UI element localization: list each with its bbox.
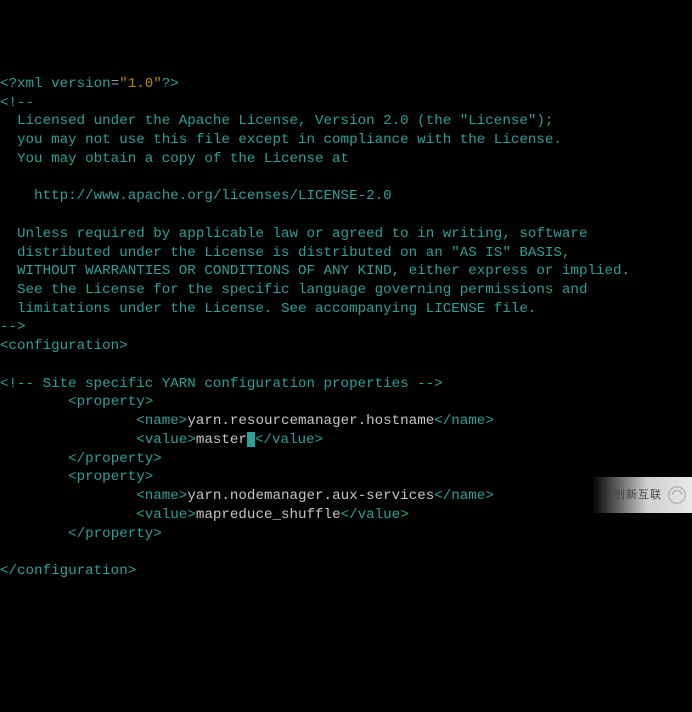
xml-decl-attr: version xyxy=(51,76,111,92)
name-open-tag: <name> xyxy=(136,488,187,504)
value-text: master xyxy=(196,432,247,448)
xml-decl-val: "1.0" xyxy=(119,76,162,92)
site-comment: <!-- Site specific YARN configuration pr… xyxy=(0,376,443,392)
property-close-tag: </property> xyxy=(68,526,162,542)
name-close-tag: </name> xyxy=(434,488,494,504)
logo-icon xyxy=(666,484,688,506)
name-open-tag: <name> xyxy=(136,413,187,429)
value-close-tag: </value> xyxy=(341,507,409,523)
name-value: yarn.resourcemanager.hostname xyxy=(187,413,434,429)
comment-open: <!-- xyxy=(0,95,34,111)
xml-source-code[interactable]: <?xml version="1.0"?> <!-- Licensed unde… xyxy=(0,75,692,581)
property-open-tag: <property> xyxy=(68,394,153,410)
license-line: Unless required by applicable law or agr… xyxy=(0,226,587,242)
license-line: you may not use this file except in comp… xyxy=(0,132,562,148)
configuration-open-tag: <configuration> xyxy=(0,338,128,354)
xml-decl-open: <? xyxy=(0,76,17,92)
license-line: Licensed under the Apache License, Versi… xyxy=(0,113,553,129)
property-close-tag: </property> xyxy=(68,451,162,467)
license-line: You may obtain a copy of the License at xyxy=(0,151,349,167)
watermark: 创新互联 xyxy=(592,477,692,513)
xml-decl-eq: = xyxy=(111,76,120,92)
value-text: mapreduce_shuffle xyxy=(196,507,341,523)
text-cursor xyxy=(247,432,255,447)
license-line: limitations under the License. See accom… xyxy=(0,301,536,317)
property-open-tag: <property> xyxy=(68,469,153,485)
value-open-tag: <value> xyxy=(136,432,196,448)
name-value: yarn.nodemanager.aux-services xyxy=(187,488,434,504)
value-close-tag: </value> xyxy=(255,432,323,448)
license-line: See the License for the specific languag… xyxy=(0,282,587,298)
xml-decl-close: ?> xyxy=(162,76,179,92)
license-line: WITHOUT WARRANTIES OR CONDITIONS OF ANY … xyxy=(0,263,630,279)
xml-decl-name: xml xyxy=(17,76,43,92)
license-url: http://www.apache.org/licenses/LICENSE-2… xyxy=(0,188,392,204)
configuration-close-tag: </configuration> xyxy=(0,563,136,579)
name-close-tag: </name> xyxy=(434,413,494,429)
comment-close: --> xyxy=(0,319,26,335)
license-line: distributed under the License is distrib… xyxy=(0,245,570,261)
value-open-tag: <value> xyxy=(136,507,196,523)
watermark-text: 创新互联 xyxy=(614,488,662,503)
